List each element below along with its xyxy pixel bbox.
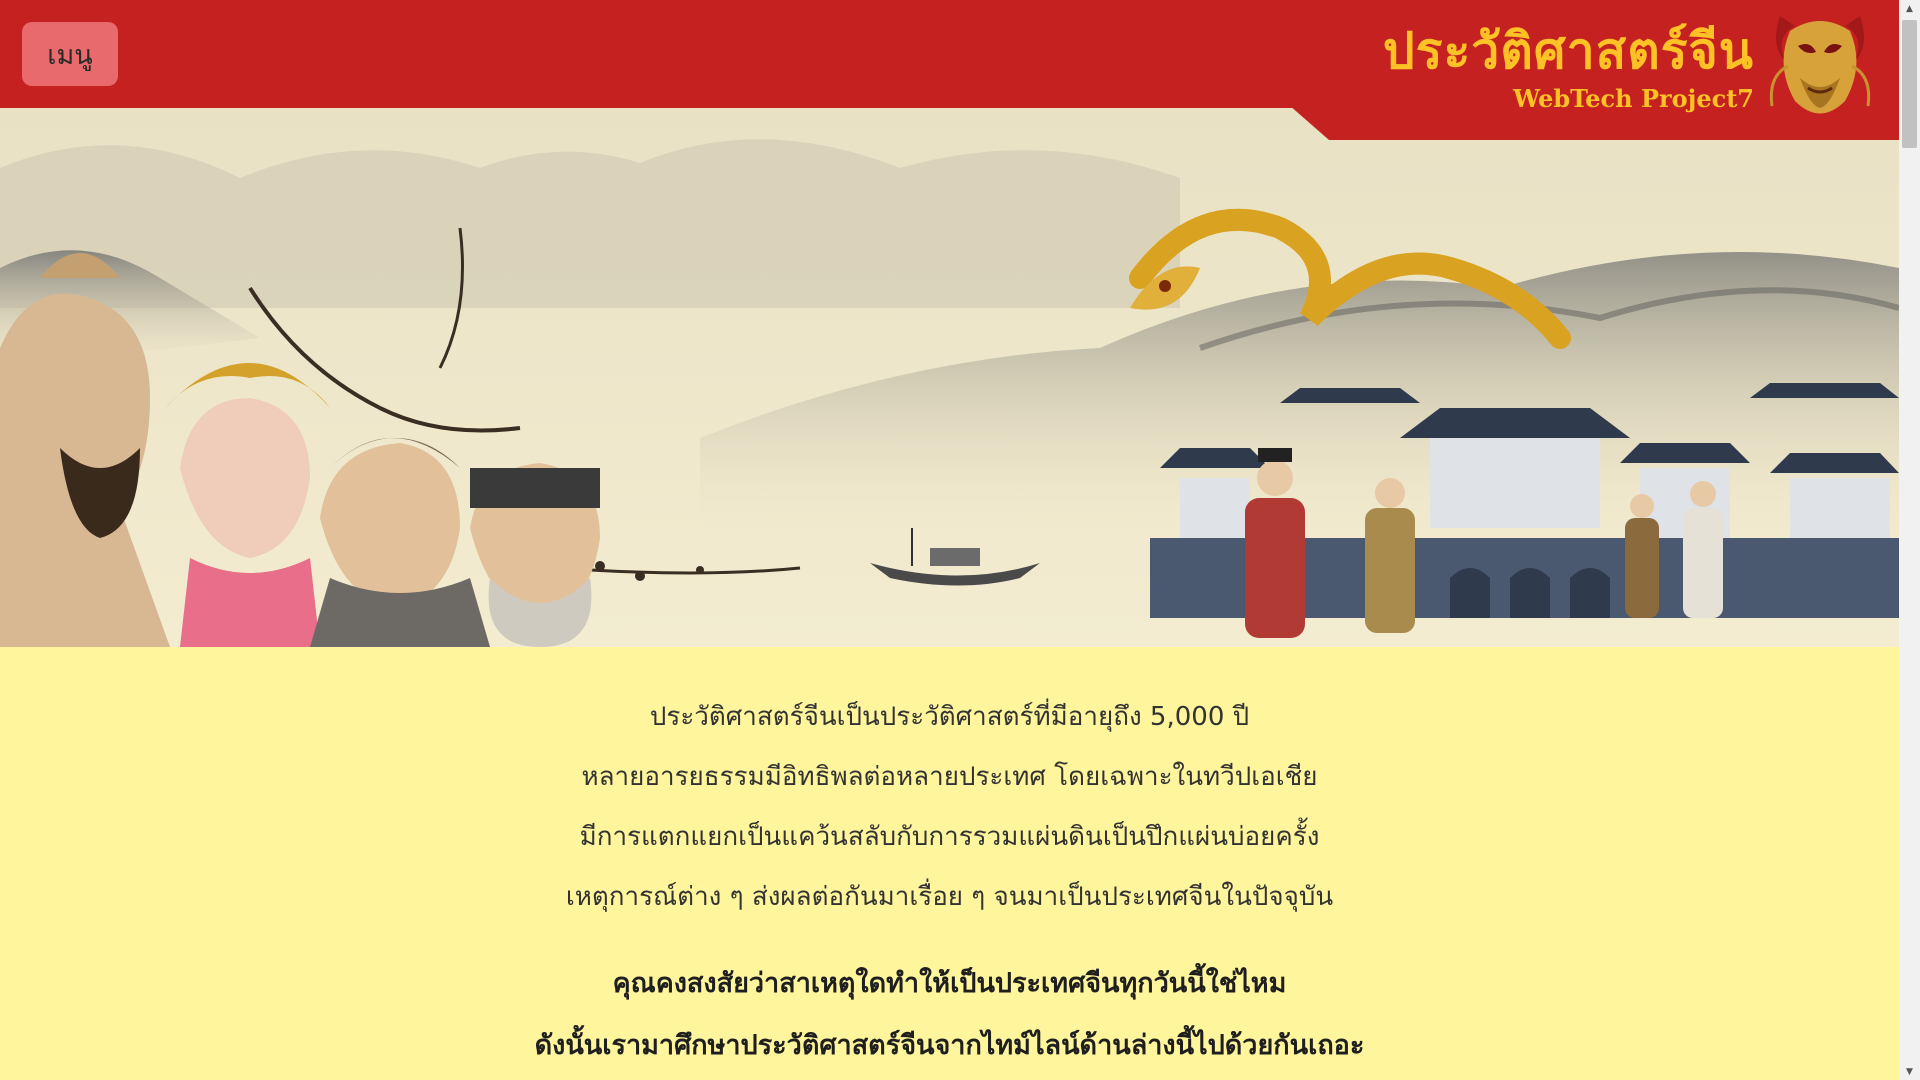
dragon-icon — [1760, 6, 1880, 128]
intro-line: หลายอารยธรรมมีอิทธิพลต่อหลายประเทศ โดยเฉ… — [581, 762, 1318, 792]
question-line: ดังนั้นเรามาศึกษาประวัติศาสตร์จีนจากไทม์… — [534, 1030, 1365, 1061]
scroll-down-icon[interactable]: ▼ — [1899, 1063, 1920, 1080]
intro-section: ประวัติศาสตร์จีนเป็นประวัติศาสตร์ที่มีอา… — [0, 647, 1899, 1080]
intro-line: เหตุการณ์ต่าง ๆ ส่งผลต่อกันมาเรื่อย ๆ จน… — [565, 882, 1334, 912]
hero-banner — [0, 108, 1899, 647]
site-subtitle: WebTech Project7 — [1513, 84, 1754, 113]
scroll-thumb[interactable] — [1902, 20, 1917, 148]
intro-line: ประวัติศาสตร์จีนเป็นประวัติศาสตร์ที่มีอา… — [649, 702, 1250, 732]
intro-line: มีการแตกแยกเป็นแคว้นสลับกับการรวมแผ่นดิน… — [579, 822, 1320, 852]
ink-painting-illustration — [0, 108, 1899, 647]
page-scrollbar[interactable]: ▲ ▼ — [1899, 0, 1920, 1080]
site-title: ประวัติศาสตร์จีน — [1382, 21, 1754, 80]
question-paragraph: คุณคงสงสัยว่าสาเหตุใดทำให้เป็นประเทศจีนท… — [0, 953, 1899, 1077]
scroll-up-icon[interactable]: ▲ — [1899, 0, 1920, 17]
menu-button[interactable]: เมนู — [22, 22, 118, 86]
intro-paragraph: ประวัติศาสตร์จีนเป็นประวัติศาสตร์ที่มีอา… — [0, 687, 1899, 927]
question-line: คุณคงสงสัยว่าสาเหตุใดทำให้เป็นประเทศจีนท… — [612, 968, 1287, 999]
